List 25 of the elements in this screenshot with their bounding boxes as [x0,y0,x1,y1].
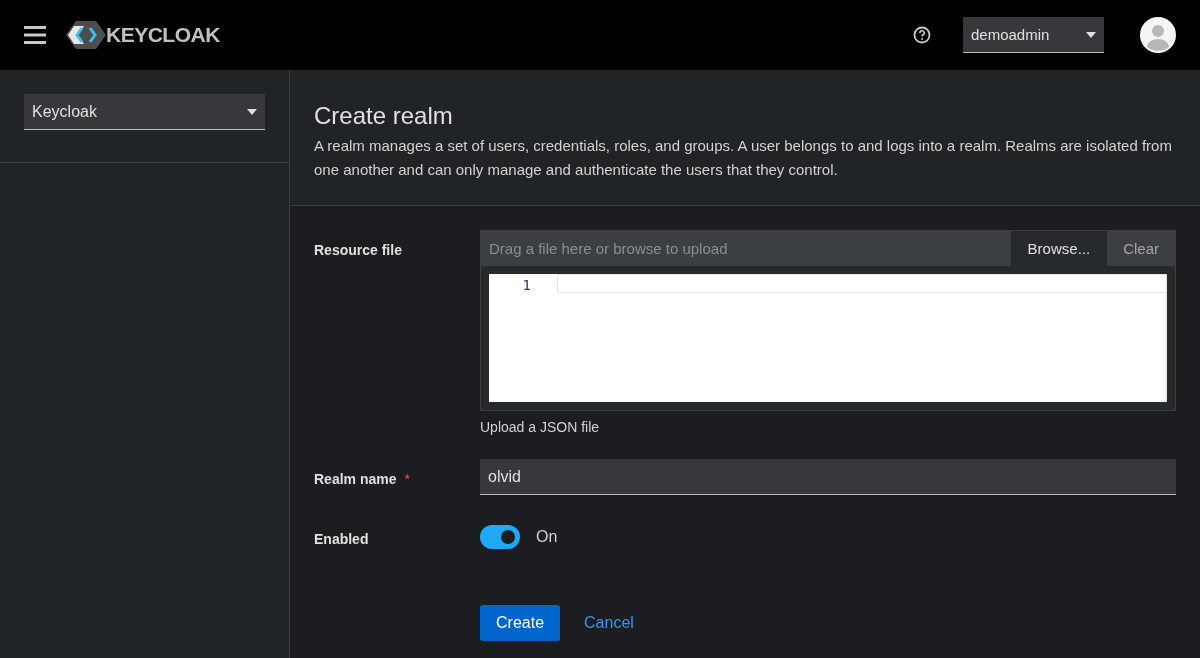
caret-icon [1086,31,1096,38]
create-button[interactable]: Create [480,605,561,641]
field-label: Resource file [314,241,403,260]
caret-icon [247,108,257,115]
field-label: Enabled [314,530,370,549]
helper-text: Upload a JSON file [480,419,601,435]
clear-button[interactable]: Clear [1107,231,1175,266]
logo-text: KEYCLOAK [106,23,220,47]
logo-icon [66,19,106,51]
page-description: A realm manages a set of users, credentials, roles, and groups. A user belongs to and logs into a realm. Realms are isolated from one another and can only manage and authenticate the users that they control. [314,136,1173,180]
required-mark: * [404,471,410,489]
realm-dropdown[interactable]: Keycloak [24,94,265,130]
file-drop-field[interactable]: Drag a file here or browse to upload [481,231,1011,266]
field-label: Realm name [314,471,397,489]
realm-name-field[interactable]: olvid [480,459,1176,495]
page-title: Create realm [314,102,454,130]
code-editor[interactable]: 1 [489,274,1167,402]
help-icon[interactable] [913,26,931,44]
menu-icon[interactable] [24,26,46,44]
toggle-switch[interactable] [480,525,520,549]
avatar-icon[interactable] [1140,17,1176,53]
line-number: 1 [522,276,531,294]
user-dropdown[interactable]: demoadmin [963,17,1104,53]
cancel-link[interactable]: Cancel [568,605,650,641]
switch-state-text: On [536,528,558,546]
